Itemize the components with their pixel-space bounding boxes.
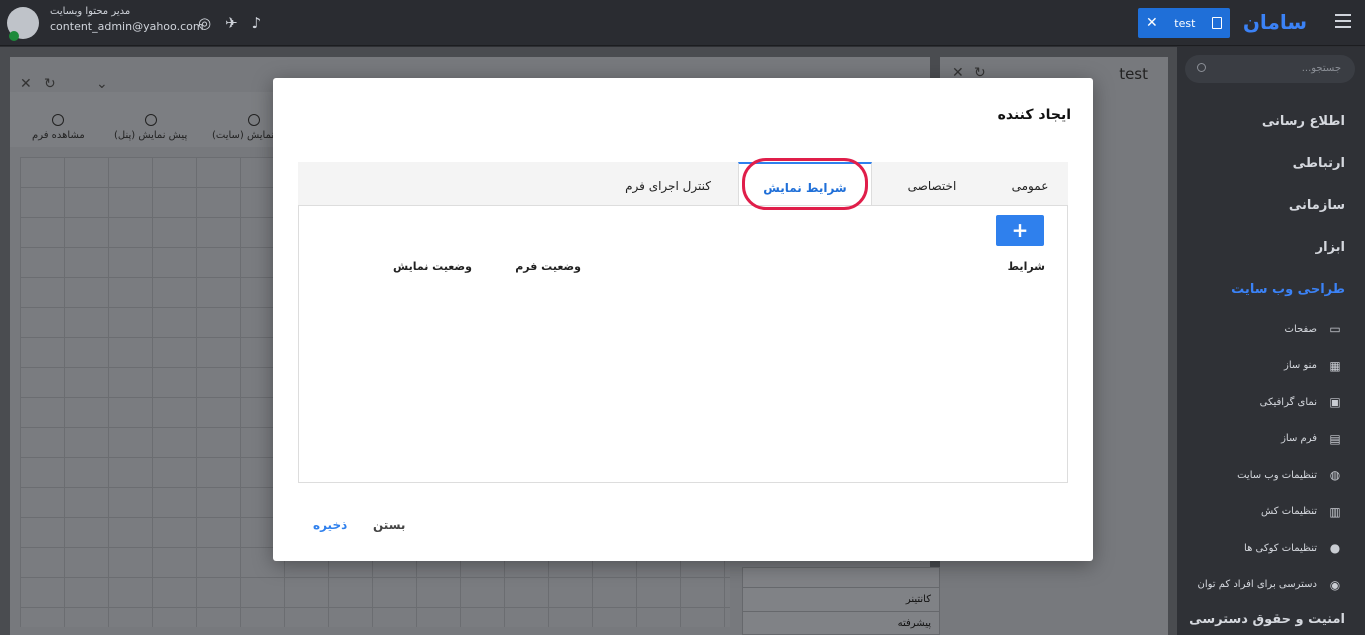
search-input[interactable]: جستجو... bbox=[1185, 55, 1355, 83]
tab-label: test bbox=[1174, 16, 1196, 30]
grid-icon: ▦ bbox=[1329, 358, 1341, 373]
tab-general[interactable]: عمومی bbox=[992, 162, 1068, 206]
user-email: content_admin@yahoo.com bbox=[50, 20, 204, 33]
dialog-tabs: عمومی اختصاصی شرایط نمایش کنترل اجرای فر… bbox=[298, 162, 1068, 207]
creator-dialog: ایجاد کننده عمومی اختصاصی شرایط نمایش کن… bbox=[273, 78, 1093, 561]
pin-icon[interactable]: ✈ bbox=[225, 14, 238, 32]
sidebar: جستجو... اطلاع رسانی ارتباطی سازمانی ابز… bbox=[1177, 47, 1365, 635]
component-drawer: کانتینر پیشرفته bbox=[742, 567, 940, 635]
sidebar-item-menu-builder[interactable]: ▦ منو ساز bbox=[1177, 348, 1365, 385]
sidebar-section-notify[interactable]: اطلاع رسانی bbox=[1177, 101, 1365, 143]
open-tab-test[interactable]: ✕ test bbox=[1138, 8, 1230, 38]
brand-logo: سامان bbox=[1242, 10, 1307, 34]
table-icon: ▥ bbox=[1329, 504, 1341, 519]
monitor-icon: ▭ bbox=[1329, 322, 1341, 337]
sidebar-section-tools[interactable]: ابزار bbox=[1177, 227, 1365, 269]
sidebar-item-cookie-settings[interactable]: ● تنظیمات کوکی ها bbox=[1177, 530, 1365, 567]
accessibility-icon: ◉ bbox=[1329, 577, 1341, 592]
close-icon[interactable]: ✕ bbox=[20, 76, 32, 92]
image-icon: ▣ bbox=[1329, 395, 1341, 410]
sidebar-item-website-settings[interactable]: ◍ تنظیمات وب سایت bbox=[1177, 457, 1365, 494]
preview-icon bbox=[247, 114, 260, 126]
sidebar-section-web-design[interactable]: طراحی وب سایت bbox=[1177, 269, 1365, 311]
save-button[interactable]: ذخیره bbox=[313, 518, 347, 532]
sidebar-section-security[interactable]: امنیت و حقوق دسترسی bbox=[1189, 612, 1345, 627]
tab-specific[interactable]: اختصاصی bbox=[872, 162, 992, 206]
drawer-item-advanced[interactable]: پیشرفته bbox=[743, 612, 939, 635]
sidebar-item-cache-settings[interactable]: ▥ تنظیمات کش bbox=[1177, 494, 1365, 531]
sidebar-item-graphic-view[interactable]: ▣ نمای گرافیکی bbox=[1177, 384, 1365, 421]
avatar[interactable] bbox=[7, 7, 39, 41]
tab-form-execution-control[interactable]: کنترل اجرای فرم bbox=[598, 162, 738, 206]
document-icon bbox=[1211, 17, 1222, 29]
document-icon: ▤ bbox=[1329, 431, 1341, 446]
menu-icon[interactable] bbox=[1335, 14, 1351, 28]
top-bar: سامان ✕ test ◎ ✈ ♪ مدیر محتوا وبسایت con… bbox=[0, 0, 1365, 46]
sidebar-item-accessibility[interactable]: ◉ دسترسی برای افراد کم توان bbox=[1177, 567, 1365, 604]
column-header-form-status: وضعیت فرم bbox=[515, 260, 581, 273]
globe-icon: ◍ bbox=[1329, 468, 1341, 483]
sidebar-item-pages[interactable]: ▭ صفحات bbox=[1177, 311, 1365, 348]
sidebar-section-org[interactable]: سازمانی bbox=[1177, 185, 1365, 227]
column-header-display-status: وضعیت نمایش bbox=[393, 260, 472, 273]
panel-title: test bbox=[1119, 65, 1148, 83]
preview-icon bbox=[144, 114, 157, 126]
bell-icon[interactable]: ♪ bbox=[252, 14, 262, 32]
close-button[interactable]: بستن bbox=[373, 518, 405, 532]
search-icon bbox=[1197, 63, 1206, 72]
conditions-panel: + شرایط وضعیت فرم وضعیت نمایش bbox=[298, 205, 1068, 483]
column-header-conditions: شرایط bbox=[1007, 260, 1045, 273]
tab-display-conditions[interactable]: شرایط نمایش bbox=[738, 162, 872, 207]
chevron-down-icon[interactable]: ⌄ bbox=[96, 76, 108, 92]
drawer-item-container[interactable]: کانتینر bbox=[743, 588, 939, 612]
sidebar-item-form-builder[interactable]: ▤ فرم ساز bbox=[1177, 421, 1365, 458]
eye-icon bbox=[52, 114, 65, 126]
dialog-title: ایجاد کننده bbox=[997, 107, 1071, 123]
user-info[interactable]: مدیر محتوا وبسایت content_admin@yahoo.co… bbox=[50, 6, 204, 33]
preview-panel-button[interactable]: پیش نمایش (پنل) bbox=[114, 114, 187, 141]
sidebar-section-comm[interactable]: ارتباطی bbox=[1177, 143, 1365, 185]
add-condition-button[interactable]: + bbox=[996, 215, 1044, 246]
cookie-icon: ● bbox=[1329, 541, 1341, 556]
close-icon[interactable]: ✕ bbox=[1146, 15, 1158, 31]
user-name: مدیر محتوا وبسایت bbox=[50, 6, 131, 17]
refresh-icon[interactable]: ↻ bbox=[44, 76, 56, 92]
view-form-button[interactable]: مشاهده فرم bbox=[32, 114, 85, 141]
